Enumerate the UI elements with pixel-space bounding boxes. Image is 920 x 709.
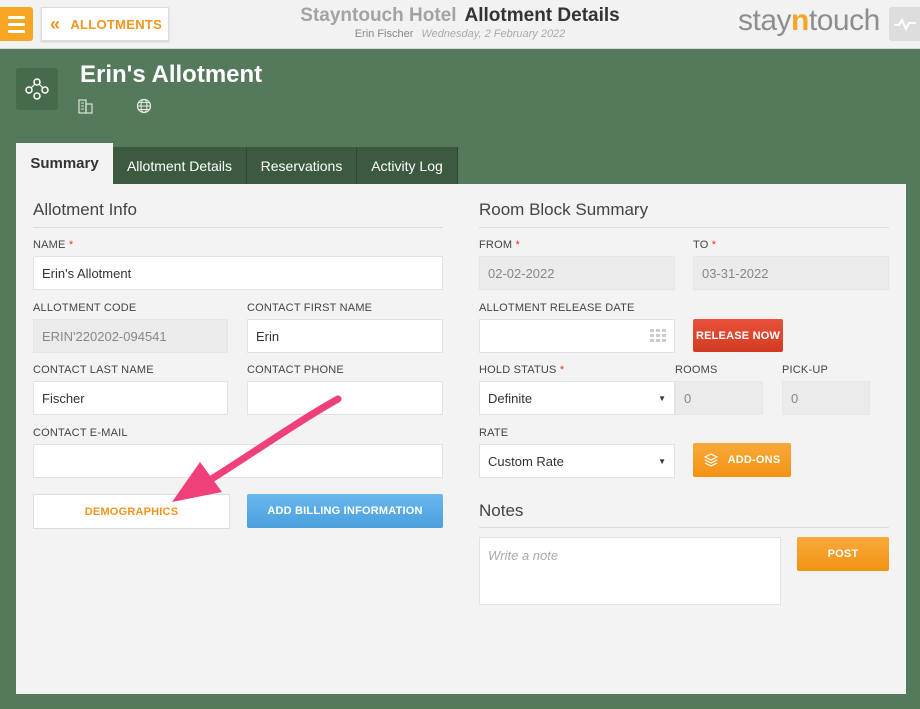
- allotment-name-input[interactable]: Erin's Allotment: [33, 256, 443, 290]
- double-chevron-left-icon: «: [50, 13, 61, 34]
- caret-down-icon: ▼: [658, 456, 666, 466]
- tab-activity-log[interactable]: Activity Log: [357, 147, 458, 184]
- release-now-button[interactable]: RELEASE NOW: [693, 319, 783, 352]
- calendar-grid-icon: [650, 329, 666, 342]
- contact-first-name-label: CONTACT FIRST NAME: [247, 302, 373, 314]
- pulse-icon: [893, 17, 916, 31]
- section-divider: [479, 527, 889, 528]
- notes-title: Notes: [479, 501, 524, 520]
- rooms-field: 0: [675, 381, 763, 415]
- stayntouch-logo: stayntouch: [738, 4, 880, 37]
- room-block-summary-title: Room Block Summary: [479, 200, 649, 219]
- contact-phone-input[interactable]: [247, 381, 443, 415]
- contact-last-name-label: CONTACT LAST NAME: [33, 364, 154, 376]
- business-date: Wednesday, 2 February 2022: [421, 28, 566, 40]
- allotment-group-icon: [16, 68, 58, 110]
- hold-status-select[interactable]: Definite ▼: [479, 381, 675, 415]
- tab-reservations[interactable]: Reservations: [247, 147, 357, 184]
- release-date-label: ALLOTMENT RELEASE DATE: [479, 302, 635, 314]
- rate-select[interactable]: Custom Rate ▼: [479, 444, 675, 478]
- activity-pulse-button[interactable]: [889, 7, 920, 41]
- hamburger-icon: [8, 15, 25, 19]
- rate-label: RATE: [479, 427, 509, 439]
- caret-down-icon: ▼: [658, 393, 666, 403]
- allotment-code-label: ALLOTMENT CODE: [33, 302, 137, 314]
- demographics-button[interactable]: DEMOGRAPHICS: [33, 494, 230, 529]
- add-billing-information-button[interactable]: ADD BILLING INFORMATION: [247, 494, 443, 528]
- pickup-field: 0: [782, 381, 870, 415]
- back-button-label: ALLOTMENTS: [70, 16, 163, 32]
- tab-summary[interactable]: Summary: [16, 143, 113, 184]
- to-label: TO *: [693, 239, 717, 251]
- section-divider: [479, 227, 889, 228]
- hotel-name: Stayntouch Hotel: [300, 5, 457, 26]
- page-title: Allotment Details: [464, 5, 620, 26]
- section-divider: [33, 227, 443, 228]
- globe-icon[interactable]: [136, 98, 152, 114]
- back-to-allotments-button[interactable]: « ALLOTMENTS: [41, 7, 169, 41]
- contact-last-name-input[interactable]: Fischer: [33, 381, 228, 415]
- tab-allotment-details[interactable]: Allotment Details: [113, 147, 247, 184]
- layers-icon: [703, 453, 718, 467]
- allotment-info-title: Allotment Info: [33, 200, 137, 219]
- contact-email-input[interactable]: [33, 444, 443, 478]
- pickup-label: PICK-UP: [782, 364, 829, 376]
- menu-button[interactable]: [0, 7, 33, 41]
- contact-phone-label: CONTACT PHONE: [247, 364, 344, 376]
- post-note-button[interactable]: POST: [797, 537, 889, 571]
- contact-email-label: CONTACT E-MAIL: [33, 427, 128, 439]
- allotment-code-field: ERIN'220202-094541: [33, 319, 228, 353]
- rooms-label: ROOMS: [675, 364, 718, 376]
- name-label: NAME *: [33, 239, 74, 251]
- contact-first-name-input[interactable]: Erin: [247, 319, 443, 353]
- to-date-field[interactable]: 03-31-2022: [693, 256, 889, 290]
- from-date-field[interactable]: 02-02-2022: [479, 256, 675, 290]
- top-bar: « ALLOTMENTS Stayntouch Hotel Allotment D…: [0, 0, 920, 49]
- user-name: Erin Fischer: [354, 28, 414, 40]
- header-title-block: Stayntouch Hotel Allotment Details Erin F…: [260, 5, 660, 40]
- from-label: FROM *: [479, 239, 520, 251]
- allotment-name-heading: Erin's Allotment: [80, 61, 263, 88]
- add-ons-button[interactable]: ADD-ONS: [693, 443, 791, 477]
- note-textarea[interactable]: Write a note: [479, 537, 781, 605]
- building-icon[interactable]: [78, 98, 94, 114]
- release-date-input[interactable]: [479, 319, 675, 353]
- hold-status-label: HOLD STATUS *: [479, 364, 565, 376]
